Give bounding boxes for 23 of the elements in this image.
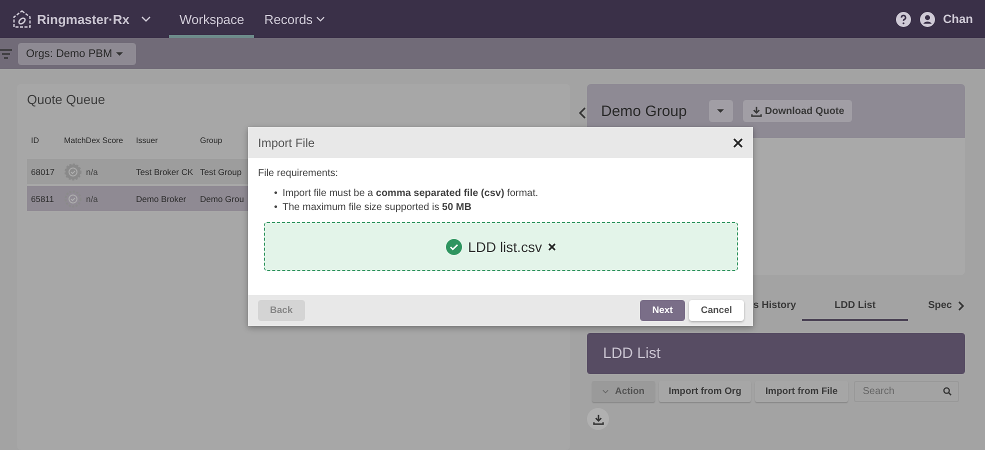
id-cell-text: 68017: [31, 166, 56, 176]
issuer-cell-text: Test Broker CK: [136, 166, 194, 176]
panel-title: Quote Queue: [27, 92, 106, 107]
section-header: LDD List: [587, 333, 965, 374]
bullet-mark: •: [274, 187, 278, 200]
score-text: n/a: [86, 166, 98, 176]
requirement-item: Import file must be a comma separated file (csv) format.: [282, 187, 538, 200]
requirements-label: File requirements:: [258, 168, 340, 179]
id-cell-text: 65811: [31, 194, 56, 204]
group-title: Demo Group: [601, 102, 687, 120]
dialog-title: Import File: [258, 136, 315, 150]
issuer-cell-text: Demo Broker: [136, 194, 188, 204]
bullet-mark: •: [274, 201, 278, 214]
column-header: ID: [31, 136, 40, 144]
column-header: Issuer: [136, 136, 159, 144]
file-name: LDD list.csv: [468, 238, 542, 254]
column-header: MatchDex Score: [64, 136, 124, 144]
brand-name: Ringmaster·Rx: [37, 12, 130, 26]
requirement-item: The maximum file size supported is 50 MB: [282, 201, 472, 214]
score-text: n/a: [86, 194, 98, 204]
group-cell-text: Demo Grou: [200, 194, 245, 204]
group-cell-text: Test Group: [200, 166, 243, 176]
column-header: Group: [200, 136, 224, 144]
